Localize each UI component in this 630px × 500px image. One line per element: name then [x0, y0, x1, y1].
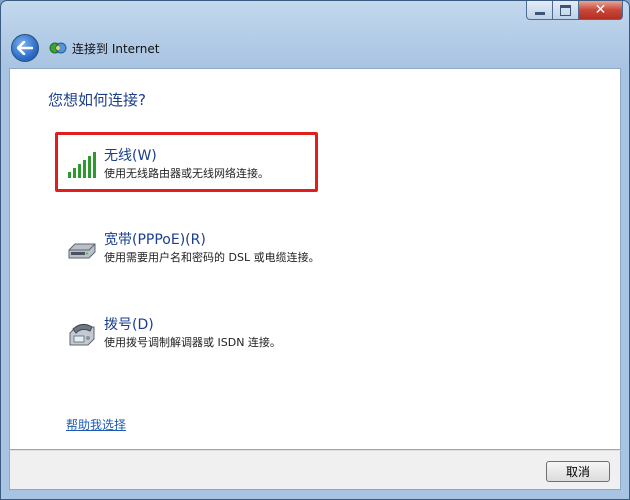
close-button[interactable]: ✕ [579, 1, 623, 20]
option-dialup-title: 拨号(D) [104, 317, 154, 333]
option-dialup-texts: 拨号(D) 使用拨号调制解调器或 ISDN 连接。 [104, 316, 281, 350]
network-connection-icon [49, 42, 67, 54]
option-broadband-description: 使用需要用户名和密码的 DSL 或电缆连接。 [104, 251, 320, 264]
cancel-button[interactable]: 取消 [546, 461, 610, 482]
option-wireless-description: 使用无线路由器或无线网络连接。 [104, 167, 269, 180]
close-icon: ✕ [594, 2, 607, 18]
option-dialup[interactable]: 拨号(D) 使用拨号调制解调器或 ISDN 连接。 [66, 316, 281, 350]
option-wireless-title: 无线(W) [104, 148, 157, 164]
broadband-modem-icon [68, 243, 96, 259]
option-broadband[interactable]: 宽带(PPPoE)(R) 使用需要用户名和密码的 DSL 或电缆连接。 [66, 231, 320, 265]
navigation-bar: 连接到 Internet [11, 34, 159, 62]
option-wireless-texts: 无线(W) 使用无线路由器或无线网络连接。 [104, 147, 269, 181]
caption-buttons: ✕ [526, 1, 623, 20]
window-title: 连接到 Internet [72, 41, 160, 56]
connect-to-internet-window: ✕ 连接到 Internet 您想如何连接? 无线(W) 使用无线路由器或无线网… [0, 0, 630, 500]
content-panel: 您想如何连接? 无线(W) 使用无线路由器或无线网络连接。 宽带(PPPoE)(… [9, 68, 621, 450]
dialup-phone-icon [69, 323, 95, 346]
maximize-icon [560, 4, 571, 16]
page-heading: 您想如何连接? [48, 91, 146, 109]
wireless-signal-icon [68, 152, 96, 178]
dialog-footer: 取消 [9, 450, 621, 490]
back-arrow-icon [17, 41, 33, 55]
option-broadband-texts: 宽带(PPPoE)(R) 使用需要用户名和密码的 DSL 或电缆连接。 [104, 231, 320, 265]
minimize-button[interactable] [526, 1, 553, 20]
option-wireless[interactable]: 无线(W) 使用无线路由器或无线网络连接。 [66, 147, 269, 181]
option-broadband-title: 宽带(PPPoE)(R) [104, 232, 206, 248]
minimize-icon [534, 11, 545, 15]
maximize-button[interactable] [553, 1, 579, 20]
help-me-choose-link[interactable]: 帮助我选择 [66, 416, 126, 433]
back-button[interactable] [11, 34, 39, 62]
option-dialup-description: 使用拨号调制解调器或 ISDN 连接。 [104, 336, 281, 349]
